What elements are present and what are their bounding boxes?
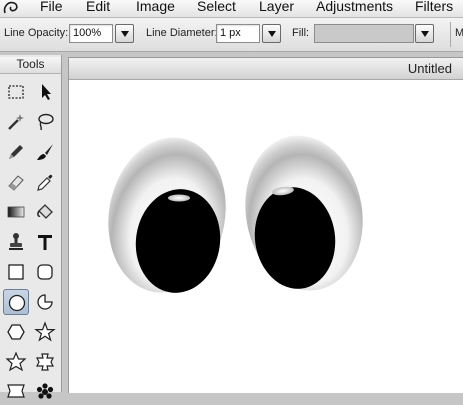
six-point-star-tool-button[interactable] bbox=[3, 349, 29, 375]
banner-shape-tool-button[interactable] bbox=[3, 379, 29, 405]
move-arrow-tool-icon bbox=[42, 84, 51, 100]
eraser-tool-icon bbox=[8, 175, 24, 191]
rectangle-tool-icon bbox=[8, 264, 24, 280]
puzzle-shape-tool-icon bbox=[36, 353, 54, 371]
fill-label: Fill: bbox=[292, 27, 310, 39]
line-diameter-input[interactable]: 1 px bbox=[216, 24, 260, 43]
six-point-star-tool-icon bbox=[5, 351, 27, 372]
document-title: Untitled bbox=[407, 61, 452, 76]
document-titlebar: Untitled bbox=[69, 58, 463, 80]
line-diameter-dropdown-button[interactable] bbox=[262, 24, 281, 43]
lasso-tool-icon bbox=[38, 113, 54, 131]
more-options-label: M bbox=[455, 27, 463, 39]
text-tool-button[interactable] bbox=[32, 229, 58, 255]
hexagon-tool-icon bbox=[7, 324, 25, 340]
menu-image[interactable]: Image bbox=[136, 0, 175, 15]
line-opacity-dropdown-button[interactable] bbox=[115, 24, 134, 43]
paint-bucket-tool-icon bbox=[37, 204, 53, 219]
move-tool-button[interactable] bbox=[32, 79, 58, 105]
fill-color-swatch[interactable] bbox=[314, 24, 414, 43]
rounded-rectangle-tool-icon bbox=[37, 264, 53, 280]
magic-wand-tool-button[interactable] bbox=[3, 109, 29, 135]
pie-tool-icon bbox=[37, 294, 53, 310]
line-diameter-label: Line Diameter: bbox=[146, 27, 218, 39]
options-bar: Line Opacity: 100% Line Diameter: 1 px F… bbox=[0, 18, 463, 52]
banner-shape-tool-icon bbox=[7, 384, 25, 398]
eyedropper-tool-button[interactable] bbox=[32, 169, 58, 195]
app-swirl-icon[interactable] bbox=[2, 0, 20, 16]
eyedropper-tool-icon bbox=[37, 174, 53, 191]
document-window: Untitled bbox=[68, 57, 463, 393]
rectangle-tool-button[interactable] bbox=[3, 259, 29, 285]
clone-stamp-tool-icon bbox=[9, 233, 23, 250]
pencil-tool-icon bbox=[9, 145, 23, 159]
text-tool-icon bbox=[38, 235, 52, 250]
star-tool-button[interactable] bbox=[32, 319, 58, 345]
star-tool-icon bbox=[34, 321, 56, 342]
rounded-rectangle-tool-button[interactable] bbox=[32, 259, 58, 285]
puzzle-shape-tool-button[interactable] bbox=[32, 349, 58, 375]
marquee-tool-button[interactable] bbox=[3, 79, 29, 105]
fill-dropdown-button[interactable] bbox=[415, 24, 434, 43]
left-eye-glint bbox=[168, 194, 190, 202]
ellipse-tool-icon bbox=[8, 294, 26, 312]
menu-bar: File Edit Image Select Layer Adjustments… bbox=[0, 0, 463, 18]
menu-file[interactable]: File bbox=[40, 0, 63, 15]
drawing-canvas[interactable] bbox=[69, 80, 463, 393]
tools-panel-title: Tools bbox=[0, 57, 61, 74]
marquee-tool-icon bbox=[8, 85, 24, 99]
line-opacity-input[interactable]: 100% bbox=[69, 24, 113, 43]
pie-tool-button[interactable] bbox=[32, 289, 58, 315]
menu-adjustments[interactable]: Adjustments bbox=[316, 0, 393, 15]
paint-bucket-tool-button[interactable] bbox=[32, 199, 58, 225]
menu-select[interactable]: Select bbox=[197, 0, 236, 15]
clone-stamp-tool-button[interactable] bbox=[3, 229, 29, 255]
pencil-tool-button[interactable] bbox=[3, 139, 29, 165]
eraser-tool-button[interactable] bbox=[3, 169, 29, 195]
magic-wand-tool-icon bbox=[8, 114, 24, 130]
brush-tool-button[interactable] bbox=[32, 139, 58, 165]
brush-tool-icon bbox=[37, 144, 53, 160]
tools-panel: Tools bbox=[0, 55, 62, 399]
options-divider bbox=[450, 22, 451, 47]
line-opacity-label: Line Opacity: bbox=[4, 27, 69, 39]
menu-edit[interactable]: Edit bbox=[86, 0, 110, 15]
menu-filters[interactable]: Filters bbox=[415, 0, 453, 15]
flower-shape-tool-button[interactable] bbox=[32, 379, 58, 405]
lasso-tool-button[interactable] bbox=[32, 109, 58, 135]
flower-shape-tool-icon bbox=[36, 383, 54, 399]
gradient-tool-button[interactable] bbox=[3, 199, 29, 225]
ellipse-tool-button[interactable] bbox=[3, 289, 29, 315]
hexagon-tool-button[interactable] bbox=[3, 319, 29, 345]
menu-layer[interactable]: Layer bbox=[259, 0, 294, 15]
gradient-tool-icon bbox=[7, 206, 25, 218]
